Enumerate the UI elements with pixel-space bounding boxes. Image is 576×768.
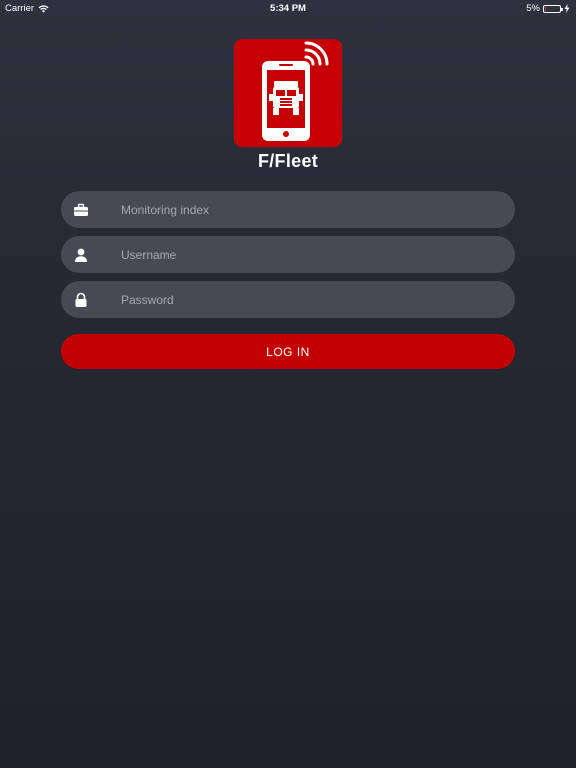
lock-icon [75, 292, 87, 307]
battery-icon [543, 4, 563, 13]
app-name: F/Fleet [257, 151, 319, 171]
status-right: 5% [526, 3, 570, 14]
battery-percent: 5% [526, 3, 540, 14]
password-input[interactable] [121, 281, 501, 318]
app-logo [234, 39, 342, 147]
status-time: 5:34 PM [270, 3, 306, 14]
user-icon [75, 248, 87, 262]
battery-level [545, 6, 546, 11]
password-field[interactable] [61, 281, 515, 318]
login-button[interactable]: LOG IN [61, 334, 515, 369]
monitoring-index-input[interactable] [121, 191, 501, 228]
truck-phone-icon [262, 41, 329, 141]
monitoring-index-field[interactable] [61, 191, 515, 228]
charging-icon [564, 4, 570, 13]
username-input[interactable] [121, 236, 501, 273]
username-field[interactable] [61, 236, 515, 273]
status-bar: Carrier 5:34 PM 5% [0, 0, 576, 16]
briefcase-icon [74, 203, 88, 216]
